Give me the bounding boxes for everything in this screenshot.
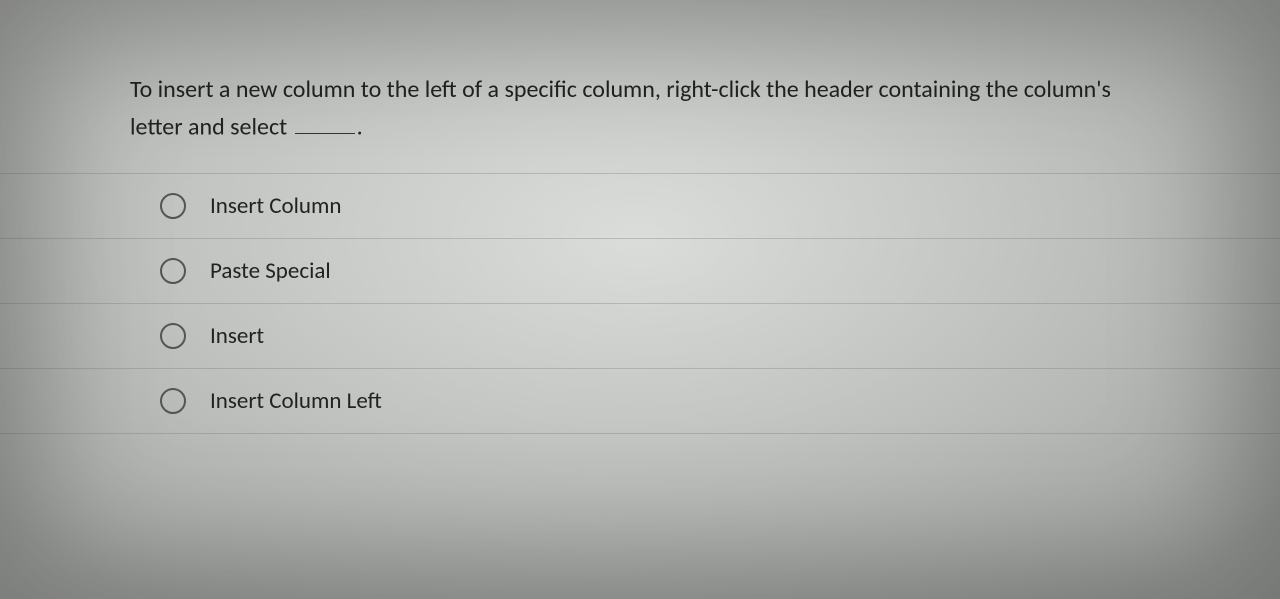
option-label: Insert Column [210,192,341,220]
fill-blank [295,108,355,134]
option-label: Paste Special [210,257,331,285]
option-label: Insert Column Left [210,387,382,415]
option-insert[interactable]: Insert [0,303,1280,368]
question-prompt: To insert a new column to the left of a … [0,72,1280,173]
question-text-after: . [357,112,363,141]
options-list: Insert Column Paste Special Insert Inser… [0,173,1280,434]
question-text-before: To insert a new column to the left of a … [130,75,1111,141]
radio-icon [160,323,186,349]
option-paste-special[interactable]: Paste Special [0,238,1280,303]
option-label: Insert [210,322,264,350]
radio-icon [160,193,186,219]
option-insert-column-left[interactable]: Insert Column Left [0,368,1280,434]
option-insert-column[interactable]: Insert Column [0,173,1280,238]
quiz-question: To insert a new column to the left of a … [0,72,1280,434]
radio-icon [160,258,186,284]
radio-icon [160,388,186,414]
